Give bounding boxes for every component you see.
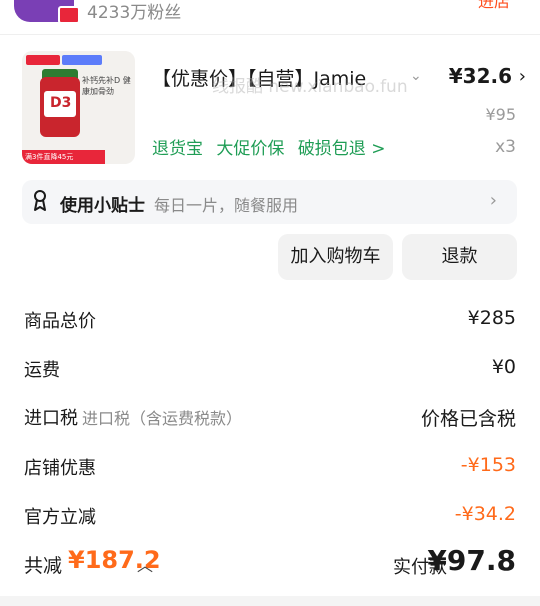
- watermark: 线报酷 new.xianbao.fun: [212, 77, 408, 97]
- thumb-promo: 满3件直降45元: [22, 150, 105, 164]
- chevron-right-icon[interactable]: ›: [490, 190, 497, 211]
- row-label-shipping: 运费: [24, 360, 60, 381]
- row-label-tax: 进口税 进口税（含运费税款）: [24, 404, 242, 430]
- refund-button[interactable]: 退款: [402, 234, 517, 280]
- original-price: ¥95: [485, 105, 516, 124]
- product-price: ¥32.6: [448, 64, 512, 88]
- paid-amount: ¥97.8: [427, 544, 516, 577]
- enter-shop-link[interactable]: 进店: [478, 0, 510, 12]
- tax-label: 进口税: [24, 408, 78, 429]
- divider: [0, 34, 540, 35]
- shop-badge-icon: [58, 6, 80, 24]
- row-value-total: ¥285: [467, 307, 516, 329]
- usage-tip[interactable]: 使用小贴士 每日一片，随餐服用 ›: [22, 180, 517, 224]
- tip-title: 使用小贴士: [60, 196, 145, 216]
- row-value-shipping: ¥0: [491, 356, 516, 378]
- row-label-total: 商品总价: [24, 311, 96, 332]
- bottle-badge: D3: [50, 95, 72, 111]
- service-price-protect[interactable]: 大促价保: [216, 139, 284, 159]
- chevron-down-icon[interactable]: ⌄: [410, 68, 422, 84]
- chevron-up-icon[interactable]: ︿: [137, 552, 153, 576]
- tax-sublabel: 进口税（含运费税款）: [82, 409, 243, 428]
- shop-fans-count: 4233万粉丝: [87, 3, 182, 23]
- service-damage-return[interactable]: 破损包退 >: [298, 139, 386, 159]
- service-tags[interactable]: 退货宝 大促价保 破损包退 >: [152, 134, 393, 159]
- row-label-store-discount: 店铺优惠: [24, 458, 96, 479]
- tip-icon: [34, 190, 46, 211]
- promo-tag: [62, 55, 102, 65]
- row-value-tax: 价格已含税: [420, 408, 516, 430]
- tip-text: 每日一片，随餐服用: [154, 196, 299, 215]
- chevron-right-icon[interactable]: ›: [519, 66, 526, 87]
- service-return[interactable]: 退货宝: [152, 139, 203, 159]
- thumb-text: 补钙先补D 健康加骨劲: [82, 76, 131, 96]
- bottom-divider: [0, 596, 540, 606]
- total-discount-label: 共减: [24, 555, 63, 577]
- row-value-store-discount: -¥153: [460, 454, 516, 476]
- product-thumbnail[interactable]: D3 补钙先补D 健康加骨劲 满3件直降45元: [22, 51, 135, 164]
- store-tag: [26, 55, 60, 65]
- row-label-official-discount: 官方立减: [24, 507, 96, 528]
- quantity: x3: [495, 137, 516, 157]
- add-to-cart-button[interactable]: 加入购物车: [278, 234, 393, 280]
- row-value-official-discount: -¥34.2: [454, 503, 516, 525]
